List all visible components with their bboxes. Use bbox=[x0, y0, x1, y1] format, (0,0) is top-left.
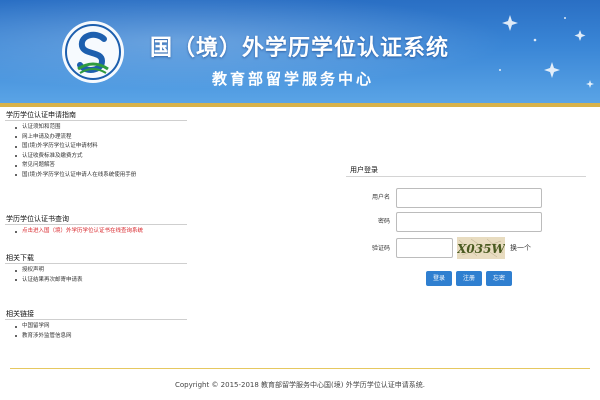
bullet-icon bbox=[15, 164, 17, 167]
bullet-icon bbox=[15, 335, 17, 337]
link-label: 国(境)外学历学位认证申请材料 bbox=[22, 143, 98, 149]
section-downloads: 相关下载 授权声明 认证结果再次邮寄申请表 bbox=[5, 253, 187, 285]
login-title: 用户登录 bbox=[350, 166, 378, 174]
captcha-label: 验证码 bbox=[371, 245, 390, 252]
bullet-icon bbox=[15, 126, 17, 129]
list-item[interactable]: 教育涉外监管信息网 bbox=[5, 332, 187, 342]
username-input[interactable] bbox=[396, 188, 542, 208]
header-divider bbox=[0, 103, 600, 107]
list-item[interactable]: 中国留学网 bbox=[5, 322, 187, 332]
bullet-icon bbox=[15, 279, 17, 281]
decorative-stars-icon bbox=[499, 15, 594, 88]
link-label: 中国留学网 bbox=[22, 323, 50, 329]
bullet-icon bbox=[15, 230, 17, 233]
section-title: 学历学位认证申请指南 bbox=[6, 111, 76, 119]
forgot-password-button[interactable]: 忘密 bbox=[486, 271, 512, 286]
certificate-query-link[interactable]: 点击进入国（境）外学历学位认证书在线查询系统 bbox=[5, 227, 187, 237]
link-label: 授权声明 bbox=[22, 267, 45, 273]
bullet-icon bbox=[15, 269, 17, 272]
system-title: 国（境）外学历学位认证系统 bbox=[150, 36, 450, 61]
list-item[interactable]: 认证结果再次邮寄申请表 bbox=[5, 276, 187, 286]
section-title: 相关下载 bbox=[6, 254, 34, 262]
section-divider bbox=[5, 319, 187, 320]
list-item[interactable]: 授权声明 bbox=[5, 266, 187, 276]
section-title: 相关链接 bbox=[6, 310, 34, 318]
bullet-icon bbox=[15, 136, 17, 138]
password-label: 密码 bbox=[377, 218, 390, 225]
section-divider bbox=[5, 263, 187, 264]
login-button[interactable]: 登录 bbox=[426, 271, 452, 286]
list-item[interactable]: 认证收费标准及缴费方式 bbox=[5, 152, 187, 162]
link-label: 认证结果再次邮寄申请表 bbox=[22, 276, 83, 283]
link-label: 认证须知和范围 bbox=[22, 124, 61, 130]
section-related-links: 相关链接 中国留学网 教育涉外监管信息网 bbox=[5, 309, 187, 341]
list-item[interactable]: 国(境)外学历学位认证申请材料 bbox=[5, 142, 187, 152]
password-input[interactable] bbox=[396, 212, 542, 232]
footer-copyright: Copyright © 2015-2018 教育部留学服务中心国(境) 外学历学… bbox=[175, 381, 425, 389]
footer-divider bbox=[10, 368, 590, 369]
link-label: 点击进入国（境）外学历学位认证书在线查询系统 bbox=[22, 228, 144, 234]
captcha-input[interactable] bbox=[396, 238, 453, 258]
link-label: 国(境)外学历学位认证申请人在线系统使用手册 bbox=[22, 171, 137, 178]
header-banner: 国（境）外学历学位认证系统 教育部留学服务中心 bbox=[0, 0, 600, 103]
login-divider bbox=[346, 176, 586, 177]
bullet-icon bbox=[15, 145, 17, 148]
link-label: 认证收费标准及缴费方式 bbox=[22, 152, 83, 159]
username-label: 用户名 bbox=[371, 194, 390, 201]
bullet-icon bbox=[15, 155, 17, 157]
section-title: 学历学位认证书查询 bbox=[6, 215, 69, 223]
section-divider bbox=[5, 120, 187, 121]
link-label: 常见问题解答 bbox=[22, 162, 56, 168]
list-item[interactable]: 常见问题解答 bbox=[5, 161, 187, 171]
system-subtitle: 教育部留学服务中心 bbox=[212, 70, 375, 88]
bullet-icon bbox=[15, 174, 17, 176]
link-label: 网上申请及办理流程 bbox=[22, 133, 72, 140]
link-label: 教育涉外监管信息网 bbox=[22, 332, 72, 339]
list-item[interactable]: 网上申请及办理流程 bbox=[5, 133, 187, 143]
captcha-image[interactable]: X035W bbox=[457, 237, 505, 259]
register-button[interactable]: 注册 bbox=[456, 271, 482, 286]
captcha-text: X035W bbox=[457, 242, 505, 256]
bullet-icon bbox=[15, 325, 17, 328]
section-divider bbox=[5, 224, 187, 225]
section-certificate-query: 学历学位认证书查询 点击进入国（境）外学历学位认证书在线查询系统 bbox=[5, 214, 187, 237]
system-logo-icon bbox=[62, 21, 124, 83]
list-item[interactable]: 国(境)外学历学位认证申请人在线系统使用手册 bbox=[5, 171, 187, 181]
section-apply-guide: 学历学位认证申请指南 认证须知和范围 网上申请及办理流程 国(境)外学历学位认证… bbox=[5, 110, 187, 180]
list-item[interactable]: 认证须知和范围 bbox=[5, 123, 187, 133]
change-captcha-link[interactable]: 换一个 bbox=[510, 243, 531, 253]
